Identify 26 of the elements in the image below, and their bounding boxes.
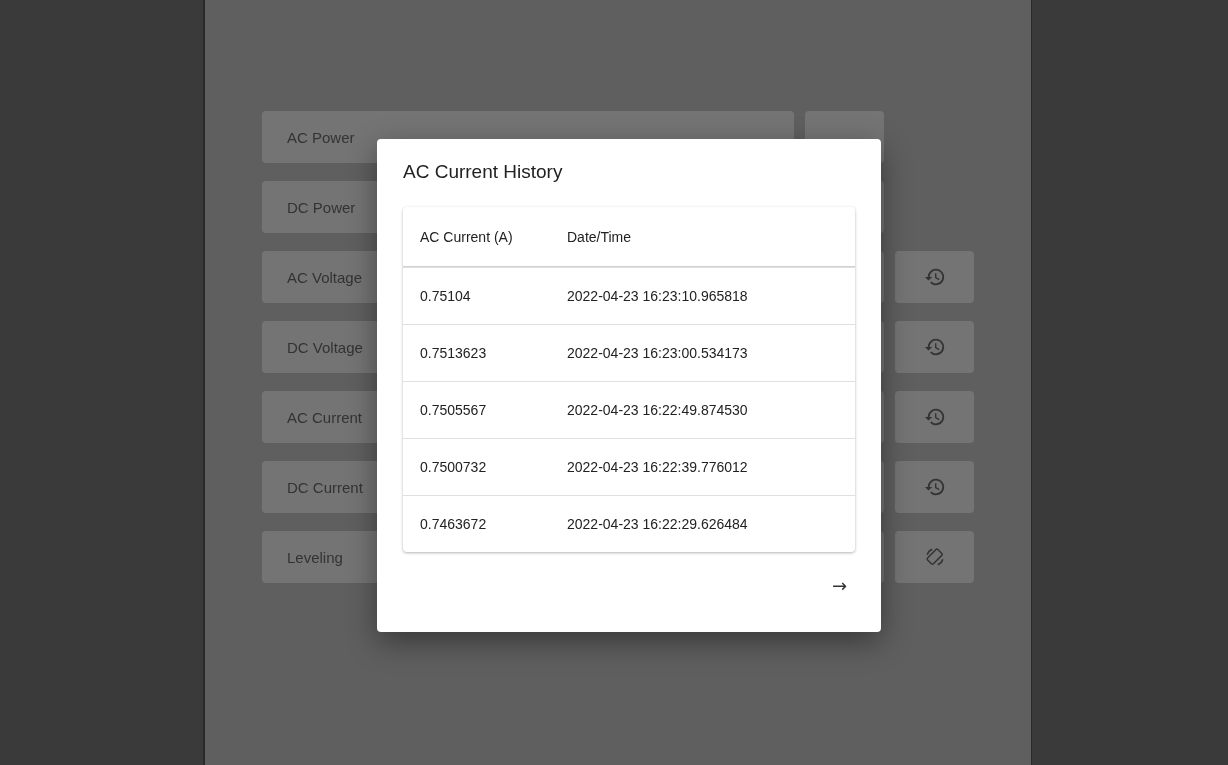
next-page-button[interactable]: → xyxy=(823,575,855,610)
table-cell: 2022-04-23 16:22:39.776012 xyxy=(567,459,748,475)
metric-label: Leveling xyxy=(287,548,343,566)
table-cell-text: 0.7505567 xyxy=(419,402,488,418)
table-cell: 2022-04-23 16:23:10.965818 xyxy=(567,288,748,304)
table-cell-text: 0.7463672 xyxy=(419,516,488,532)
screen-rotation-icon xyxy=(923,546,946,568)
metric-label: AC Current xyxy=(287,408,363,426)
table-cell: 2022-04-23 16:22:49.874530 xyxy=(567,402,748,418)
table-cell-text: 0.75104 xyxy=(419,288,472,304)
history-icon xyxy=(923,336,946,358)
dialog-title: AC Current History xyxy=(403,161,564,183)
column-header: AC Current (A) xyxy=(419,228,514,245)
metric-label: DC Power xyxy=(287,198,356,216)
metric-label: AC Power xyxy=(287,128,355,146)
history-icon xyxy=(923,476,946,498)
table-cell: 2022-04-23 16:23:00.534173 xyxy=(567,345,748,361)
table-cell-text: 0.7513623 xyxy=(419,345,488,361)
column-header: Date/Time xyxy=(567,228,632,245)
table-cell-text: 0.7500732 xyxy=(419,459,488,475)
metric-label: AC Voltage xyxy=(287,268,363,286)
metric-label: DC Current xyxy=(287,478,363,496)
history-icon xyxy=(923,406,946,428)
table-cell: 2022-04-23 16:22:29.626484 xyxy=(567,516,748,532)
history-icon xyxy=(923,266,946,288)
metric-label: DC Voltage xyxy=(287,338,363,356)
